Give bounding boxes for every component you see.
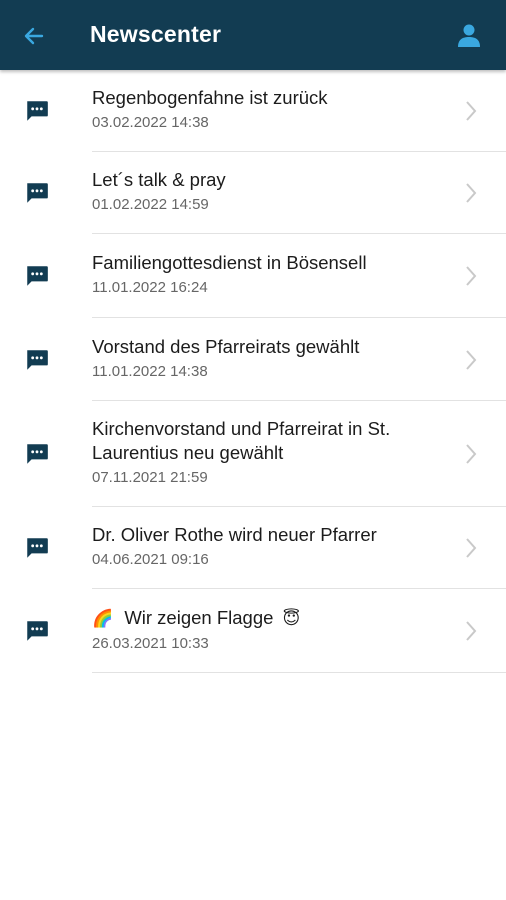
chevron-right-icon (466, 621, 477, 641)
news-date: 26.03.2021 10:33 (92, 635, 209, 652)
news-title-line-2: Laurentius neu gewählt (92, 442, 284, 463)
back-button[interactable] (18, 20, 50, 52)
news-title: Let´s talk & pray (92, 169, 226, 190)
page-title: Newscenter (90, 21, 222, 47)
news-title: Vorstand des Pfarreirats gewählt (92, 336, 360, 357)
chat-bubble-icon (27, 350, 48, 370)
news-title: Dr. Oliver Rothe wird neuer Pfarrer (92, 524, 377, 545)
news-item[interactable]: Let´s talk & pray 01.02.2022 14:59 (0, 152, 506, 234)
chat-bubble-icon (27, 621, 48, 641)
chat-bubble-icon (27, 101, 48, 121)
news-date: 01.02.2022 14:59 (92, 196, 209, 213)
news-item[interactable]: Regenbogenfahne ist zurück 03.02.2022 14… (0, 70, 506, 152)
news-title: Wir zeigen Flagge (124, 607, 274, 628)
chat-bubble-icon (27, 444, 48, 464)
person-icon (458, 24, 480, 47)
news-date: 11.01.2022 14:38 (92, 363, 208, 380)
chat-bubble-icon (27, 266, 48, 286)
news-date: 04.06.2021 09:16 (92, 551, 209, 568)
news-title: Familiengottesdienst in Bösensell (92, 252, 367, 273)
news-item[interactable]: 🌈 Wir zeigen Flagge 😇 26.03.2021 10:33 (0, 589, 506, 673)
news-date: 03.02.2022 14:38 (92, 114, 209, 131)
news-list: Regenbogenfahne ist zurück 03.02.2022 14… (0, 70, 506, 673)
news-title-line-1: Kirchenvorstand und Pfarreirat in St. (92, 418, 391, 439)
news-date: 11.01.2022 16:24 (92, 279, 208, 296)
profile-button[interactable] (454, 20, 484, 50)
chevron-right-icon (466, 538, 477, 558)
chevron-right-icon (466, 101, 477, 121)
chevron-right-icon (466, 350, 477, 370)
news-item[interactable]: Kirchenvorstand und Pfarreirat in St. La… (0, 401, 506, 507)
chevron-right-icon (466, 266, 477, 286)
news-item[interactable]: Dr. Oliver Rothe wird neuer Pfarrer 04.0… (0, 507, 506, 589)
news-item[interactable]: Vorstand des Pfarreirats gewählt 11.01.2… (0, 318, 506, 401)
news-title: Regenbogenfahne ist zurück (92, 87, 328, 108)
news-item[interactable]: Familiengottesdienst in Bösensell 11.01.… (0, 234, 506, 318)
news-date: 07.11.2021 21:59 (92, 469, 208, 486)
app-bar: Newscenter (0, 0, 506, 70)
chevron-right-icon (466, 444, 477, 464)
chat-bubble-icon (27, 538, 48, 558)
chat-bubble-icon (27, 183, 48, 203)
news-title-row: 🌈 Wir zeigen Flagge 😇 (92, 606, 436, 631)
divider (92, 672, 506, 673)
chevron-right-icon (466, 183, 477, 203)
rainbow-emoji: 🌈 (92, 609, 114, 629)
arrow-left-icon (24, 27, 44, 45)
halo-face-emoji: 😇 (282, 609, 301, 629)
